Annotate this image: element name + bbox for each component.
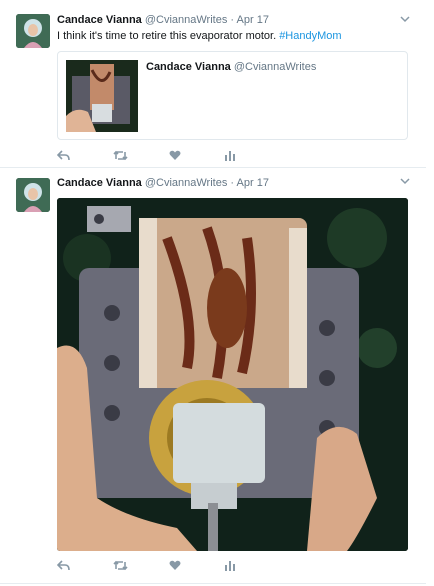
tweet-header: Candace Vianna @CviannaWrites · Apr 17: [57, 177, 410, 189]
retweet-icon: [113, 560, 128, 571]
heart-icon: [169, 150, 181, 160]
heart-icon: [169, 560, 181, 570]
reply-icon: [57, 560, 70, 571]
quoted-author-handle: @CviannaWrites: [233, 61, 317, 73]
reply-button[interactable]: [57, 148, 113, 164]
like-button[interactable]: [169, 148, 225, 164]
timeline: Candace Vianna @CviannaWrites · Apr 17 I…: [0, 0, 434, 586]
reply-button[interactable]: [57, 558, 113, 574]
separator-dot: ·: [230, 177, 235, 189]
like-button[interactable]: [169, 558, 225, 574]
author-handle[interactable]: @CviannaWrites: [145, 177, 228, 189]
chevron-down-icon[interactable]: [400, 176, 410, 186]
tweet-date[interactable]: Apr 17: [237, 177, 269, 189]
analytics-button[interactable]: [225, 148, 281, 164]
avatar[interactable]: [16, 178, 50, 212]
quoted-tweet[interactable]: Candace Vianna @CviannaWrites: [57, 51, 408, 140]
quoted-author-name: Candace Vianna: [146, 61, 231, 73]
hashtag-link[interactable]: #HandyMom: [279, 30, 341, 42]
chevron-down-icon[interactable]: [400, 14, 410, 24]
tweet-actions: [57, 558, 281, 574]
retweet-button[interactable]: [113, 148, 169, 164]
tweet-header: Candace Vianna @CviannaWrites · Apr 17: [57, 14, 410, 26]
author-name[interactable]: Candace Vianna: [57, 14, 142, 26]
separator-dot: ·: [230, 14, 235, 26]
tweet-text-body: I think it's time to retire this evapora…: [57, 30, 280, 42]
author-handle[interactable]: @CviannaWrites: [145, 14, 228, 26]
tweet[interactable]: Candace Vianna @CviannaWrites · Apr 17: [0, 168, 426, 584]
analytics-icon: [225, 561, 235, 571]
tweet-date[interactable]: Apr 17: [237, 14, 269, 26]
tweet-actions: [57, 148, 281, 164]
retweet-button[interactable]: [113, 558, 169, 574]
author-name[interactable]: Candace Vianna: [57, 177, 142, 189]
quoted-tweet-image[interactable]: [66, 60, 138, 132]
tweet-text: I think it's time to retire this evapora…: [57, 30, 342, 42]
tweet[interactable]: Candace Vianna @CviannaWrites · Apr 17 I…: [0, 0, 426, 168]
tweet-photo[interactable]: [57, 198, 408, 551]
avatar[interactable]: [16, 14, 50, 48]
analytics-icon: [225, 151, 235, 161]
analytics-button[interactable]: [225, 558, 281, 574]
reply-icon: [57, 150, 70, 161]
retweet-icon: [113, 150, 128, 161]
quoted-tweet-header: Candace Vianna @CviannaWrites: [146, 61, 316, 73]
